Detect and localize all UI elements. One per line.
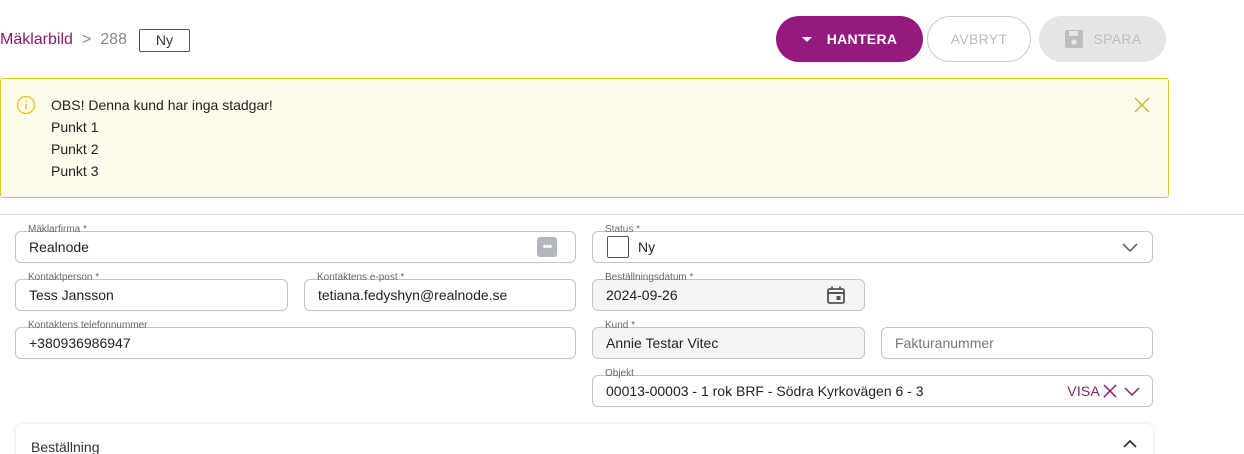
- broker-firm-field[interactable]: Mäklarfirma * Realnode •••: [15, 224, 576, 263]
- clear-icon[interactable]: [1102, 383, 1118, 399]
- contact-person-field[interactable]: Kontaktperson * Tess Jansson: [15, 272, 288, 311]
- alert-line: Punkt 2: [51, 141, 99, 157]
- status-label: Status *: [602, 224, 644, 236]
- invoice-number-field[interactable]: Fakturanummer: [881, 327, 1153, 359]
- order-date-field[interactable]: Beställningsdatum * 2024-09-26: [592, 272, 865, 311]
- broker-firm-label: Mäklarfirma *: [25, 224, 90, 236]
- status-select[interactable]: Status * Ny: [592, 224, 1153, 263]
- contact-phone-label: Kontaktens telefonnummer: [25, 320, 151, 332]
- breadcrumb-id: 288: [100, 31, 127, 48]
- section-title: Beställning: [31, 439, 100, 454]
- manage-button[interactable]: HANTERA: [776, 16, 923, 62]
- status-badge: Ny: [138, 28, 190, 52]
- contact-email-field[interactable]: Kontaktens e-post * tetiana.fedyshyn@rea…: [304, 272, 576, 311]
- save-button-label: SPARA: [1093, 31, 1142, 47]
- contact-person-value: Tess Jansson: [29, 287, 114, 303]
- status-color-swatch: [607, 236, 629, 258]
- customer-value: Annie Testar Vitec: [606, 335, 719, 351]
- contact-phone-value: +380936986947: [29, 335, 131, 351]
- chevron-down-icon[interactable]: [1124, 385, 1140, 397]
- save-button[interactable]: SPARA: [1039, 16, 1166, 62]
- breadcrumb: Mäklarbild > 288 Ny: [0, 28, 190, 52]
- alert-line: Punkt 3: [51, 163, 99, 179]
- order-date-label: Beställningsdatum *: [602, 272, 697, 284]
- cancel-button[interactable]: AVBRYT: [927, 16, 1031, 62]
- order-section-header[interactable]: Beställning: [16, 424, 1153, 454]
- invoice-number-placeholder: Fakturanummer: [895, 335, 994, 351]
- breadcrumb-root-link[interactable]: Mäklarbild: [0, 31, 73, 49]
- contact-email-value: tetiana.fedyshyn@realnode.se: [318, 287, 508, 303]
- status-value: Ny: [638, 239, 656, 255]
- order-date-value: 2024-09-26: [606, 287, 678, 303]
- manage-button-label: HANTERA: [826, 31, 898, 47]
- save-icon: [1064, 30, 1083, 48]
- caret-down-icon: [801, 36, 812, 42]
- breadcrumb-separator: >: [81, 31, 92, 48]
- contact-person-label: Kontaktperson *: [25, 272, 103, 284]
- broker-firm-value: Realnode: [29, 239, 89, 255]
- object-actions: VISA: [1067, 383, 1140, 399]
- contact-phone-field[interactable]: Kontaktens telefonnummer +380936986947: [15, 320, 576, 359]
- object-label: Objekt: [602, 368, 637, 380]
- more-options-icon[interactable]: •••: [537, 237, 557, 257]
- object-value: 00013-00003 - 1 rok BRF - Södra Kyrkoväg…: [606, 383, 924, 399]
- alert-line: OBS! Denna kund har inga stadgar!: [51, 97, 273, 113]
- calendar-icon[interactable]: [826, 285, 846, 305]
- close-icon[interactable]: [1133, 96, 1151, 114]
- chevron-up-icon[interactable]: [1123, 439, 1137, 449]
- customer-label: Kund *: [602, 320, 639, 332]
- divider: [0, 214, 1244, 215]
- object-select[interactable]: Objekt 00013-00003 - 1 rok BRF - Södra K…: [592, 368, 1153, 407]
- cancel-button-label: AVBRYT: [950, 31, 1008, 47]
- customer-field[interactable]: Kund * Annie Testar Vitec: [592, 320, 865, 359]
- chevron-down-icon[interactable]: [1122, 241, 1138, 253]
- show-object-link[interactable]: VISA: [1067, 383, 1100, 399]
- contact-email-label: Kontaktens e-post *: [314, 272, 408, 284]
- alert-message: OBS! Denna kund har inga stadgar! Punkt …: [51, 94, 273, 182]
- alert-line: Punkt 1: [51, 119, 99, 135]
- info-icon: [16, 95, 36, 115]
